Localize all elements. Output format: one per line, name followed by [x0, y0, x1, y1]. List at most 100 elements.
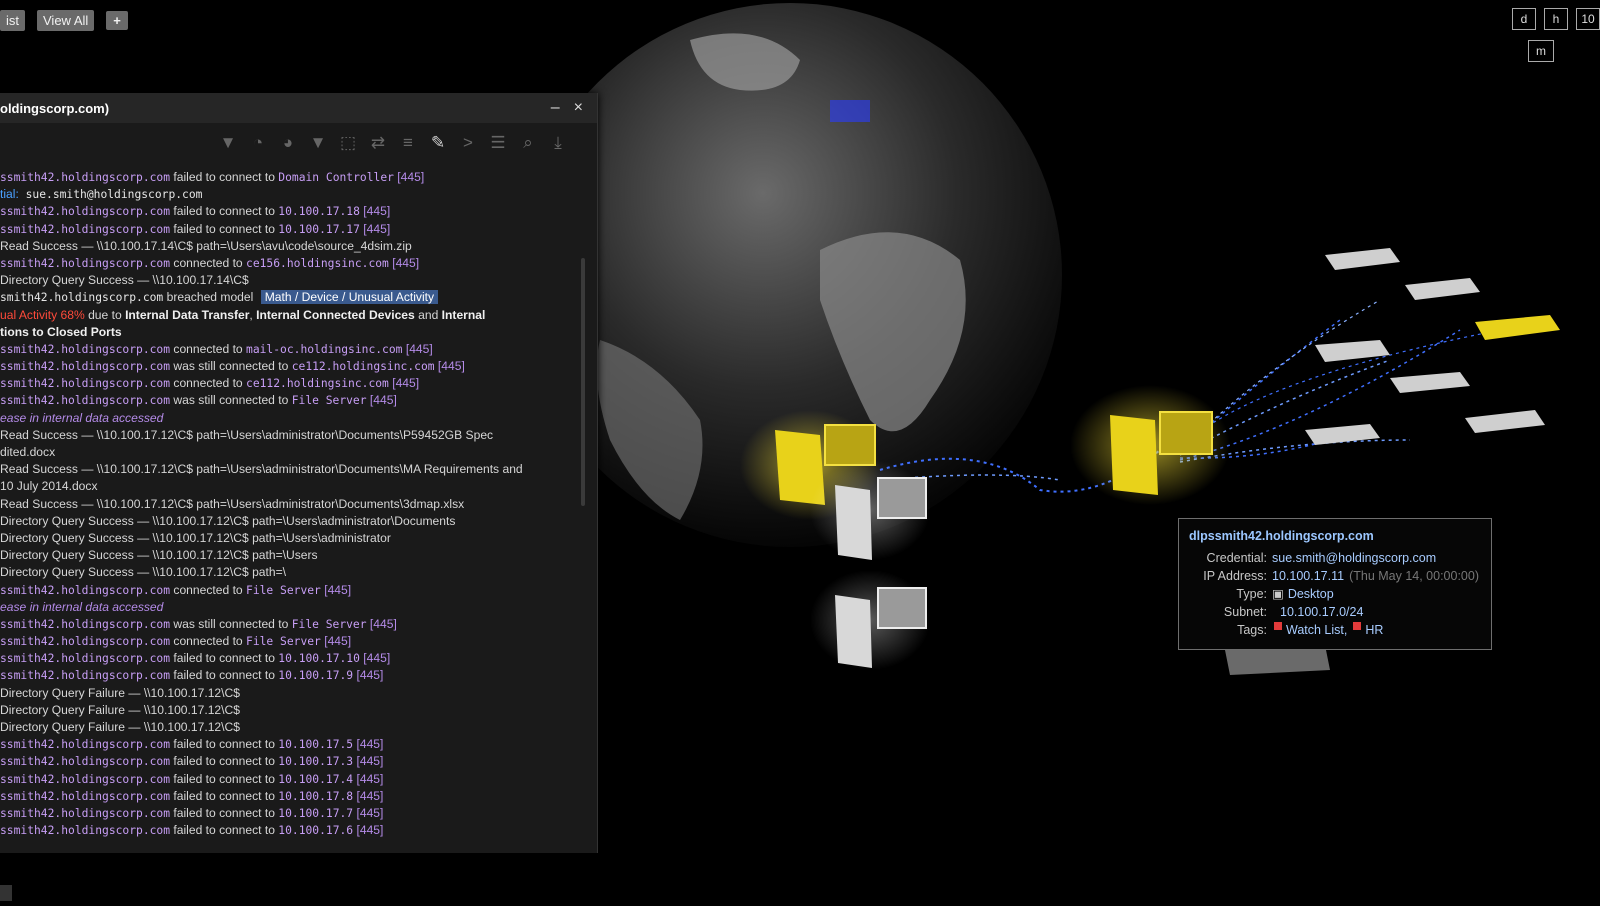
log-line[interactable]: ssmith42.holdingscorp.com failed to conn…: [0, 753, 590, 770]
log-line[interactable]: Read Success — \\10.100.17.14\C$ path=\U…: [0, 238, 590, 255]
log-port: [445]: [359, 651, 391, 666]
log-line[interactable]: ssmith42.holdingscorp.com failed to conn…: [0, 822, 590, 839]
h-button[interactable]: h: [1544, 8, 1568, 30]
log-host: ssmith42.holdingscorp.com: [0, 360, 171, 374]
log-line[interactable]: ease in internal data accessed: [0, 410, 590, 427]
log-text: Directory Query Success — \\10.100.17.12…: [0, 548, 318, 563]
model-tag[interactable]: Math / Device / Unusual Activity: [260, 290, 439, 305]
log-scrollbar[interactable]: [581, 258, 585, 506]
event-log[interactable]: ssmith42.holdingscorp.com failed to conn…: [0, 169, 597, 839]
search-icon[interactable]: ⌕: [519, 133, 537, 153]
log-line[interactable]: ssmith42.holdingscorp.com failed to conn…: [0, 650, 590, 667]
log-port: [445]: [388, 376, 420, 391]
log-host: ssmith42.holdingscorp.com: [0, 772, 171, 786]
log-line[interactable]: Directory Query Failure — \\10.100.17.12…: [0, 702, 590, 719]
log-line[interactable]: smith42.holdingscorp.com breached model …: [0, 289, 590, 306]
log-target: 10.100.17.10: [278, 652, 360, 666]
log-line[interactable]: Read Success — \\10.100.17.12\C$ path=\U…: [0, 496, 590, 513]
log-line[interactable]: Directory Query Success — \\10.100.17.12…: [0, 564, 590, 581]
log-port: [445]: [353, 805, 384, 820]
log-target: 10.100.17.9: [278, 669, 354, 683]
device-file-server-center[interactable]: [1070, 385, 1230, 505]
columns-icon[interactable]: ☰: [489, 133, 507, 153]
log-text: failed to connect to: [170, 754, 279, 769]
log-text: failed to connect to: [170, 788, 279, 803]
log-line[interactable]: Directory Query Success — \\10.100.17.12…: [0, 513, 590, 530]
tooltip-tag-hr[interactable]: HR: [1365, 622, 1383, 639]
swap-icon[interactable]: ⇄: [369, 133, 387, 153]
list-icon[interactable]: ≡: [399, 133, 417, 153]
log-line[interactable]: Directory Query Success — \\10.100.17.12…: [0, 547, 590, 564]
close-icon[interactable]: ×: [574, 99, 583, 117]
log-line[interactable]: Directory Query Failure — \\10.100.17.12…: [0, 719, 590, 736]
log-line[interactable]: dited.docx: [0, 444, 590, 461]
log-text: connected to: [170, 582, 247, 597]
log-line[interactable]: Directory Query Success — \\10.100.17.14…: [0, 272, 590, 289]
clock-alt-icon[interactable]: ◕: [279, 133, 297, 153]
panel-header[interactable]: oldingscorp.com) – ×: [0, 93, 597, 123]
bottom-handle[interactable]: [0, 885, 12, 901]
log-line[interactable]: ssmith42.holdingscorp.com failed to conn…: [0, 667, 590, 684]
log-text: Directory Query Failure — \\10.100.17.12…: [0, 685, 240, 700]
log-text: Directory Query Success — \\10.100.17.12…: [0, 530, 391, 545]
log-line[interactable]: ease in internal data accessed: [0, 599, 590, 616]
panel-title: oldingscorp.com): [0, 100, 110, 116]
log-host: ssmith42.holdingscorp.com: [0, 789, 171, 803]
clock-icon[interactable]: ◔: [249, 133, 267, 153]
log-line[interactable]: ssmith42.holdingscorp.com failed to conn…: [0, 771, 590, 788]
device-desktop-1[interactable]: [810, 460, 930, 560]
log-line[interactable]: Read Success — \\10.100.17.12\C$ path=\U…: [0, 427, 590, 444]
download-icon[interactable]: ⤓: [549, 133, 567, 153]
log-line[interactable]: ssmith42.holdingscorp.com failed to conn…: [0, 169, 590, 186]
log-line[interactable]: ssmith42.holdingscorp.com failed to conn…: [0, 203, 590, 220]
log-port: [445]: [320, 634, 352, 649]
tooltip-tag-watchlist[interactable]: Watch List,: [1286, 622, 1347, 639]
tooltip-ip-time: (Thu May 14, 00:00:00): [1349, 569, 1479, 583]
log-line[interactable]: ssmith42.holdingscorp.com failed to conn…: [0, 788, 590, 805]
chevron-right-icon[interactable]: >: [459, 133, 477, 153]
log-port: [445]: [366, 393, 397, 408]
log-reason: Internal Data Transfer: [125, 307, 250, 322]
log-key: tial:: [0, 187, 19, 202]
log-line[interactable]: ssmith42.holdingscorp.com failed to conn…: [0, 805, 590, 822]
tooltip-row-subnet: Subnet: 10.100.17.0/24: [1223, 605, 1364, 619]
log-value: sue.smith@holdingscorp.com: [18, 188, 203, 202]
log-line[interactable]: tions to Closed Ports: [0, 324, 590, 341]
log-text: Read Success — \\10.100.17.12\C$ path=\U…: [0, 496, 465, 511]
log-line[interactable]: ssmith42.holdingscorp.com failed to conn…: [0, 736, 590, 753]
tooltip-row-ip: IP Address: 10.100.17.11 (Thu May 14, 00…: [1203, 569, 1479, 583]
log-line[interactable]: ssmith42.holdingscorp.com was still conn…: [0, 392, 590, 409]
export-icon[interactable]: ⬚: [339, 133, 357, 153]
log-line[interactable]: ssmith42.holdingscorp.com connected to c…: [0, 255, 590, 272]
ten-button[interactable]: 10: [1576, 8, 1600, 30]
log-line[interactable]: ssmith42.holdingscorp.com failed to conn…: [0, 221, 590, 238]
log-line[interactable]: 10 July 2014.docx: [0, 478, 590, 495]
brush-icon[interactable]: ✎: [429, 133, 447, 153]
log-line[interactable]: ssmith42.holdingscorp.com connected to F…: [0, 633, 590, 650]
log-line[interactable]: ssmith42.holdingscorp.com was still conn…: [0, 616, 590, 633]
log-line[interactable]: ual Activity 68% due to Internal Data Tr…: [0, 307, 590, 324]
log-host: smith42.holdingscorp.com: [0, 291, 164, 305]
filter-dim-icon[interactable]: ▼: [219, 133, 237, 153]
log-line[interactable]: Read Success — \\10.100.17.12\C$ path=\U…: [0, 461, 590, 478]
log-line[interactable]: ssmith42.holdingscorp.com connected to c…: [0, 375, 590, 392]
log-line[interactable]: Directory Query Success — \\10.100.17.12…: [0, 530, 590, 547]
log-host: ssmith42.holdingscorp.com: [0, 617, 171, 631]
log-line[interactable]: Directory Query Failure — \\10.100.17.12…: [0, 685, 590, 702]
log-line[interactable]: ssmith42.holdingscorp.com was still conn…: [0, 358, 590, 375]
minimize-icon[interactable]: –: [551, 99, 560, 117]
log-text: failed to connect to: [170, 823, 279, 838]
tooltip-row-credential: Credential: sue.smith@holdingscorp.com: [1206, 551, 1437, 565]
m-button[interactable]: m: [1528, 40, 1554, 62]
log-target: ce156.holdingsinc.com: [246, 256, 389, 270]
list-button[interactable]: ist: [0, 10, 25, 31]
filter-icon[interactable]: ▼: [309, 133, 327, 153]
log-line[interactable]: ssmith42.holdingscorp.com connected to F…: [0, 582, 590, 599]
log-target: mail-oc.holdingsinc.com: [246, 342, 403, 356]
d-button[interactable]: d: [1512, 8, 1536, 30]
log-line[interactable]: tial: sue.smith@holdingscorp.com: [0, 186, 590, 203]
device-desktop-2[interactable]: [810, 570, 930, 670]
log-line[interactable]: ssmith42.holdingscorp.com connected to m…: [0, 341, 590, 358]
add-button[interactable]: +: [106, 11, 128, 30]
view-all-button[interactable]: View All: [37, 10, 95, 31]
